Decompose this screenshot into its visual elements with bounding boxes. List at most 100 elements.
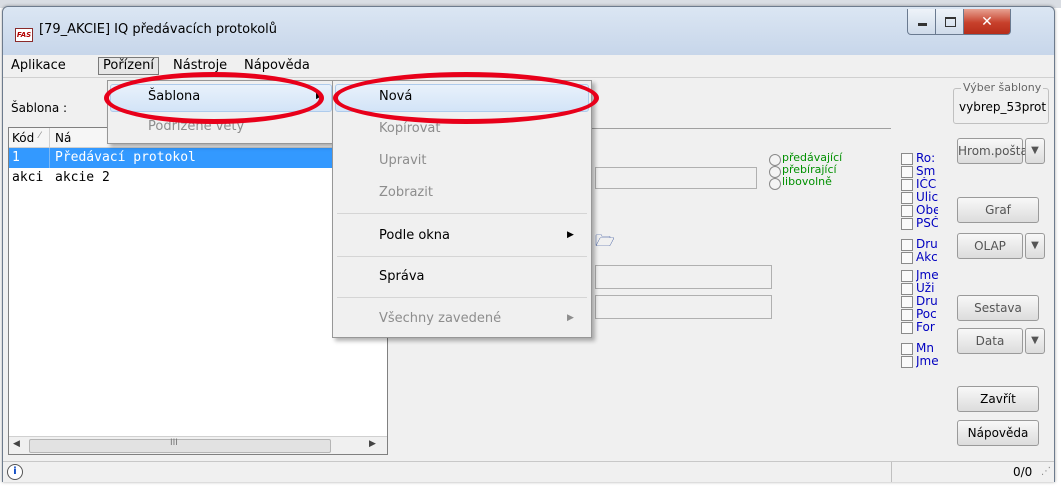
close-icon: ✕ <box>981 13 993 30</box>
menu-aplikace[interactable]: Aplikace <box>7 58 70 74</box>
checkbox-label: PSČ <box>916 216 938 230</box>
hrom-posta-button[interactable]: Hrom.pošta <box>957 138 1028 164</box>
checkbox[interactable] <box>901 252 913 264</box>
checkbox-label: Uži <box>916 281 935 295</box>
radio-label-libovolne: libovolně <box>782 175 832 188</box>
template-selection-title: Výber šablony <box>961 81 1044 94</box>
status-bar: i 0/0 ⋰ <box>3 461 1054 482</box>
cell-nazev: akcie 2 <box>55 170 110 185</box>
app-logo-icon: FAS <box>15 28 33 42</box>
open-folder-icon[interactable]: 🗁 <box>595 230 615 257</box>
checkbox-label: Dru <box>916 294 938 308</box>
scroll-left-icon[interactable]: ◀ <box>13 439 20 449</box>
column-divider <box>49 148 50 168</box>
template-list[interactable]: Kód ⁄ Ná 1 Předávací protokol akci akcie… <box>8 127 388 455</box>
checkbox-label: Mn <box>916 341 934 355</box>
annotation-oval-sablona <box>104 72 324 124</box>
text-field-2[interactable] <box>595 265 772 289</box>
checkbox-label: For <box>916 320 935 334</box>
menu-napoveda[interactable]: Nápověda <box>240 58 314 74</box>
record-count: 0/0 <box>1013 465 1033 479</box>
checkbox[interactable] <box>901 166 913 178</box>
olap-button[interactable]: OLAP <box>957 233 1023 259</box>
data-button[interactable]: Data <box>957 328 1023 354</box>
checkbox-label: Akc <box>916 250 938 264</box>
checkbox[interactable] <box>901 179 913 191</box>
info-icon: i <box>7 464 23 480</box>
checkbox[interactable] <box>901 343 913 355</box>
scrollbar-thumb[interactable]: III <box>29 438 331 453</box>
cell-nazev: Předávací protokol <box>55 150 196 165</box>
menu-item-zobrazit[interactable]: Zobrazit <box>379 185 433 200</box>
sestava-button[interactable]: Sestava <box>957 295 1039 321</box>
checkbox-label: Poc <box>916 307 937 321</box>
checkbox-label: Dru <box>916 237 938 251</box>
dropdown-arrow-icon: ▼ <box>1031 145 1039 156</box>
menu-item-vsechny-zavedene[interactable]: Všechny zavedené <box>379 311 501 326</box>
graf-button[interactable]: Graf <box>957 197 1039 223</box>
template-selection-value: vybrep_53prot <box>959 100 1047 114</box>
radio-libovolne[interactable] <box>769 178 781 190</box>
checkbox[interactable] <box>901 218 913 230</box>
list-item[interactable]: akci akcie 2 <box>9 168 387 188</box>
checkbox[interactable] <box>901 239 913 251</box>
checkbox[interactable] <box>901 322 913 334</box>
close-button[interactable]: ✕ <box>963 9 1011 35</box>
checkbox[interactable] <box>901 192 913 204</box>
column-header-nazev[interactable]: Ná <box>55 131 71 145</box>
column-header-kod[interactable]: Kód <box>12 131 34 145</box>
checkbox[interactable] <box>901 283 913 295</box>
cell-kod: akci <box>12 170 44 185</box>
resize-grip-icon[interactable]: ⋰ <box>1041 466 1051 477</box>
napoveda-button[interactable]: Nápověda <box>957 420 1039 446</box>
grip-icon: III <box>170 438 178 448</box>
menu-separator <box>337 213 587 214</box>
submenu-arrow-icon: ▶ <box>567 313 574 323</box>
sort-icon: ⁄ <box>39 131 41 141</box>
title-bar[interactable]: FAS [79_AKCIE] IQ předávacích protokolů … <box>3 7 1054 55</box>
list-item[interactable]: 1 Předávací protokol <box>9 148 387 168</box>
checkbox[interactable] <box>901 356 913 368</box>
horizontal-scrollbar[interactable]: ◀ III ▶ <box>9 436 387 454</box>
maximize-button[interactable] <box>935 9 965 35</box>
sablona-label: Šablona : <box>11 101 68 115</box>
menu-item-podle-okna[interactable]: Podle okna <box>379 228 450 243</box>
text-field-1[interactable] <box>595 167 757 189</box>
checkbox-label: IČC <box>916 177 937 191</box>
checkbox-label: Jme <box>916 268 938 282</box>
checkbox[interactable] <box>901 270 913 282</box>
cell-kod: 1 <box>12 150 20 165</box>
zavrit-button[interactable]: Zavřít <box>957 386 1039 412</box>
submenu-arrow-icon: ▶ <box>567 230 574 240</box>
checkbox[interactable] <box>901 296 913 308</box>
menu-item-upravit[interactable]: Upravit <box>379 153 426 168</box>
radio-prebirajici[interactable] <box>769 166 781 178</box>
olap-dropdown[interactable]: ▼ <box>1025 233 1045 259</box>
data-dropdown[interactable]: ▼ <box>1025 328 1045 354</box>
checkbox[interactable] <box>901 309 913 321</box>
minimize-icon <box>917 23 927 26</box>
hrom-posta-dropdown[interactable]: ▼ <box>1025 138 1045 164</box>
minimize-button[interactable] <box>907 9 937 35</box>
menu-separator <box>337 297 587 298</box>
checkbox-label: Obe <box>916 203 938 217</box>
status-separator <box>891 462 892 482</box>
checkbox-label: Ro: <box>916 151 936 165</box>
menu-separator <box>337 256 587 257</box>
scroll-right-icon[interactable]: ▶ <box>369 439 376 449</box>
checkbox[interactable] <box>901 205 913 217</box>
radio-predavajici[interactable] <box>769 154 781 166</box>
window-title: [79_AKCIE] IQ předávacích protokolů <box>39 22 277 37</box>
checkbox-label: Ulic <box>916 190 938 204</box>
checkbox[interactable] <box>901 153 913 165</box>
maximize-icon <box>944 16 956 27</box>
annotation-oval-nova <box>333 72 599 124</box>
checkbox-label: Jme <box>916 354 938 368</box>
dropdown-arrow-icon: ▼ <box>1031 335 1039 346</box>
text-field-3[interactable] <box>595 295 772 319</box>
dropdown-arrow-icon: ▼ <box>1031 240 1039 251</box>
checkbox-label: Sm <box>916 164 936 178</box>
menu-item-kopirovat[interactable]: Kopírovat <box>379 121 440 136</box>
menu-item-sprava[interactable]: Správa <box>379 269 424 284</box>
menu-porizeni[interactable]: Pořízení <box>98 57 159 75</box>
